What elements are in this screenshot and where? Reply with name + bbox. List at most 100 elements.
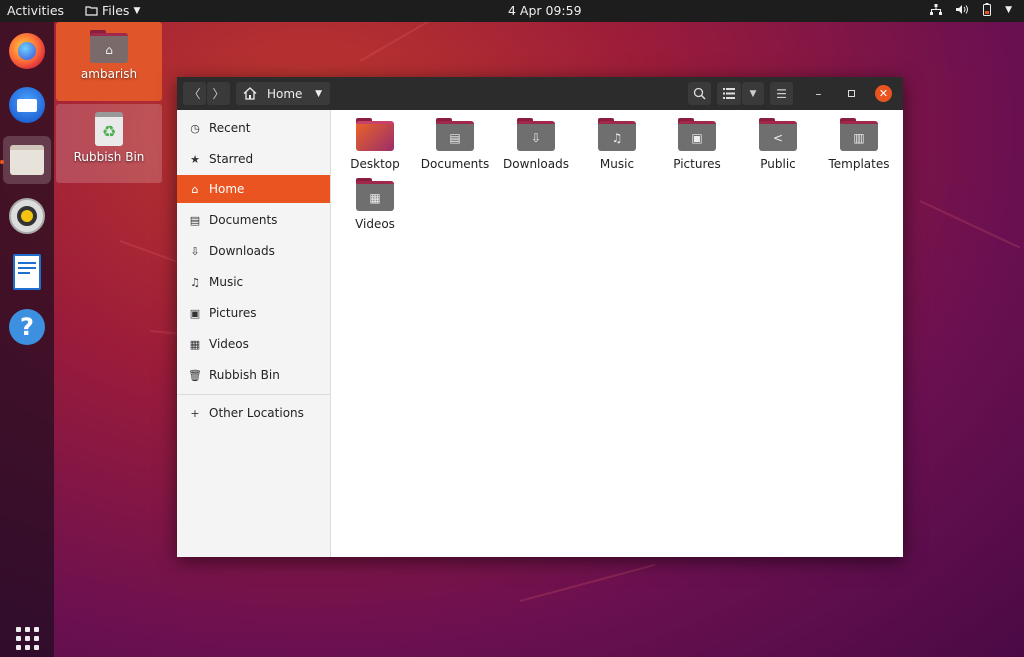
- sidebar-item-label: Documents: [209, 213, 278, 227]
- sidebar-item-pictures[interactable]: ▣ Pictures: [177, 299, 330, 327]
- app-menu[interactable]: Files ▼: [85, 3, 140, 18]
- search-icon: [693, 87, 706, 100]
- sidebar-item-label: Home: [209, 182, 245, 196]
- sidebar-item-rubbish-bin[interactable]: 🗑︎ Rubbish Bin: [177, 361, 330, 389]
- downloads-folder-icon: ⇩: [517, 118, 555, 151]
- firefox-launcher[interactable]: [3, 27, 51, 75]
- chevron-down-icon: ▼: [133, 5, 141, 16]
- picture-icon: ▣: [189, 306, 201, 320]
- video-icon: ▦: [189, 337, 201, 351]
- chevron-down-icon: ▼: [1005, 4, 1012, 15]
- sidebar-item-videos[interactable]: ▦ Videos: [177, 330, 330, 358]
- sidebar-item-home[interactable]: ⌂ Home: [177, 175, 330, 203]
- list-view-icon: [723, 88, 735, 99]
- folder-label: Music: [599, 157, 635, 171]
- desktop-icon-home[interactable]: ⌂ ambarish: [56, 22, 162, 101]
- trash-icon: ♻: [95, 112, 123, 146]
- rhythmbox-launcher[interactable]: [3, 192, 51, 240]
- sidebar-item-other-locations[interactable]: + Other Locations: [177, 399, 330, 427]
- thunderbird-icon: [9, 87, 45, 123]
- music-folder-icon: ♫: [598, 118, 636, 151]
- templates-folder-icon: ▥: [840, 118, 878, 151]
- folder-documents[interactable]: ▤ Documents: [415, 118, 495, 178]
- folder-label: Public: [760, 157, 796, 171]
- thunderbird-launcher[interactable]: [3, 81, 51, 129]
- files-launcher[interactable]: [3, 136, 51, 184]
- sidebar-item-label: Recent: [209, 121, 251, 135]
- sidebar-item-downloads[interactable]: ⇩ Downloads: [177, 237, 330, 265]
- folder-videos[interactable]: ▦ Videos: [335, 178, 415, 238]
- sidebar-divider: [177, 394, 330, 395]
- sidebar-item-documents[interactable]: ▤ Documents: [177, 206, 330, 234]
- wallpaper-streak: [519, 563, 656, 602]
- activities-button[interactable]: Activities: [7, 3, 64, 18]
- network-icon: [930, 4, 943, 15]
- back-button[interactable]: 〈: [183, 82, 206, 105]
- close-icon: ✕: [878, 87, 889, 100]
- chevron-right-icon: 〉: [212, 87, 225, 101]
- download-icon: ⇩: [190, 244, 200, 258]
- files-window: 〈 〉 Home ▼ ▼ ☰ – ✕ ◷ Recent ★ Starred ⌂ …: [177, 77, 903, 557]
- firefox-icon: [9, 33, 45, 69]
- plus-icon: +: [190, 406, 200, 420]
- view-list-button[interactable]: [717, 82, 741, 105]
- home-icon: ⌂: [191, 182, 199, 196]
- maximize-icon: [848, 90, 855, 97]
- music-icon: ♫: [190, 275, 200, 289]
- running-indicator: [0, 160, 4, 164]
- sidebar-item-starred[interactable]: ★ Starred: [177, 145, 330, 173]
- sidebar-item-label: Music: [209, 275, 244, 289]
- document-icon: ▤: [189, 213, 201, 227]
- sidebar-item-music[interactable]: ♫ Music: [177, 268, 330, 296]
- sidebar-item-label: Downloads: [209, 244, 275, 258]
- desktop-icon-rubbish-bin[interactable]: ♻ Rubbish Bin: [56, 104, 162, 183]
- writer-icon: [13, 254, 41, 290]
- folder-label: Videos: [355, 217, 395, 231]
- view-options-button[interactable]: ▼: [742, 82, 764, 105]
- maximize-button[interactable]: [843, 85, 860, 102]
- folder-desktop[interactable]: Desktop: [335, 118, 415, 178]
- system-tray[interactable]: ▼: [930, 3, 1012, 16]
- sidebar-item-label: Rubbish Bin: [209, 368, 280, 382]
- battery-icon: [983, 3, 992, 16]
- folder-public[interactable]: < Public: [738, 118, 818, 178]
- pictures-folder-icon: ▣: [678, 118, 716, 151]
- show-applications-button[interactable]: [3, 614, 51, 657]
- volume-icon: [956, 5, 969, 14]
- folder-label: Templates: [828, 157, 890, 171]
- documents-folder-icon: ▤: [436, 118, 474, 151]
- header-bar: 〈 〉 Home ▼ ▼ ☰ – ✕: [177, 77, 903, 110]
- forward-button[interactable]: 〉: [207, 82, 230, 105]
- path-bar-label: Home: [267, 86, 303, 101]
- top-bar: Activities Files ▼ 4 Apr 09:59 ▼: [0, 0, 1024, 22]
- folder-downloads[interactable]: ⇩ Downloads: [496, 118, 576, 178]
- folder-templates[interactable]: ▥ Templates: [819, 118, 899, 178]
- sidebar-item-recent[interactable]: ◷ Recent: [177, 114, 330, 142]
- folder-pictures[interactable]: ▣ Pictures: [657, 118, 737, 178]
- chevron-down-icon: ▼: [315, 88, 322, 99]
- folder-music[interactable]: ♫ Music: [577, 118, 657, 178]
- main-menu-button[interactable]: ☰: [770, 82, 793, 105]
- path-bar[interactable]: Home ▼: [236, 82, 330, 105]
- rhythmbox-icon: [9, 198, 45, 234]
- minimize-button[interactable]: –: [810, 85, 827, 102]
- sidebar-item-label: Starred: [209, 152, 254, 166]
- minimize-icon: –: [815, 86, 822, 101]
- trash-icon: 🗑︎: [188, 368, 202, 382]
- files-icon: [10, 145, 44, 175]
- sidebar-item-label: Pictures: [209, 306, 257, 320]
- file-view[interactable]: Desktop ▤ Documents ⇩ Downloads ♫ Music …: [332, 110, 903, 557]
- folder-label: Downloads: [503, 157, 569, 171]
- folder-label: Desktop: [350, 157, 400, 171]
- search-button[interactable]: [688, 82, 711, 105]
- desktop-folder-icon: [356, 118, 394, 151]
- sidebar-item-label: Videos: [209, 337, 249, 351]
- clock[interactable]: 4 Apr 09:59: [508, 3, 582, 18]
- home-folder-icon: ⌂: [90, 30, 128, 63]
- app-menu-label: Files: [102, 3, 130, 18]
- help-launcher[interactable]: ?: [3, 303, 51, 351]
- writer-launcher[interactable]: [3, 248, 51, 296]
- help-icon: ?: [9, 309, 45, 345]
- close-button[interactable]: ✕: [875, 85, 892, 102]
- desktop-icon-label: ambarish: [80, 67, 138, 81]
